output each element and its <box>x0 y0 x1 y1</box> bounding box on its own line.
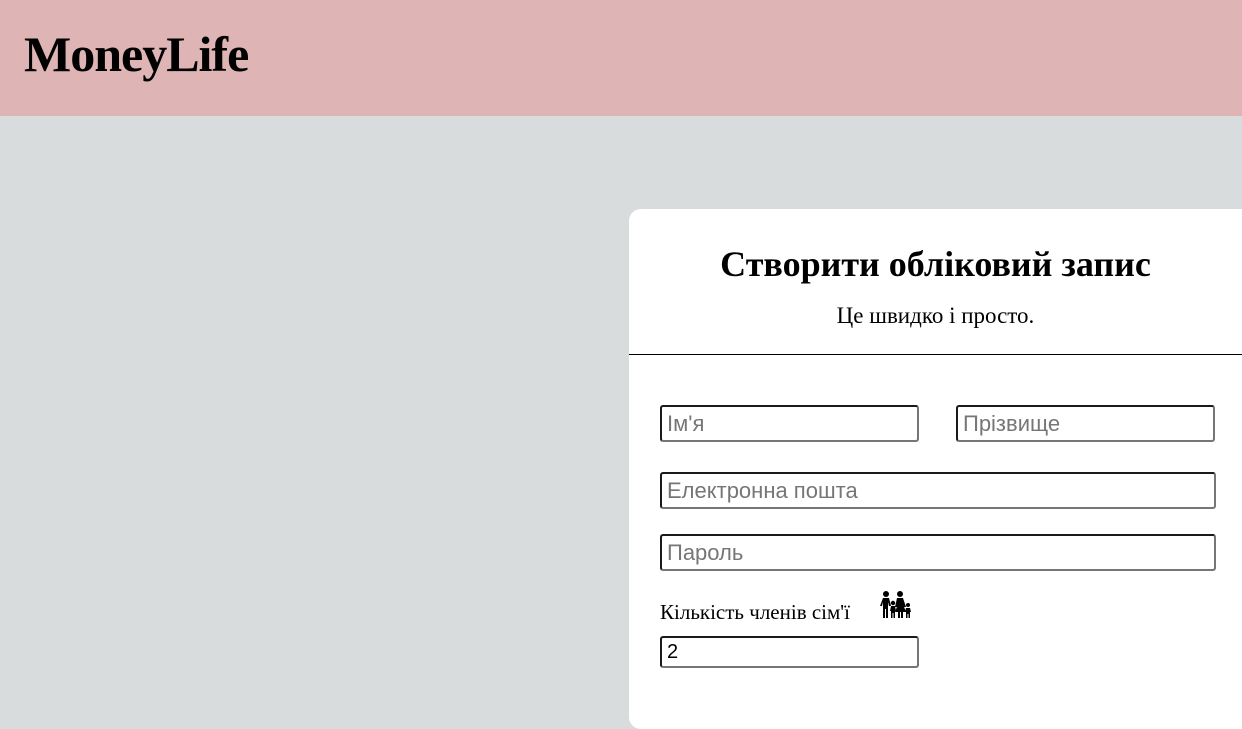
first-name-input[interactable] <box>660 405 919 442</box>
card-divider <box>629 354 1242 355</box>
family-count-input[interactable] <box>660 636 919 668</box>
signup-subtitle: Це швидко і просто. <box>836 303 1035 328</box>
app-logo[interactable]: MoneyLife <box>24 24 249 84</box>
family-count-label: Кількість членів сім'ї <box>660 600 850 624</box>
password-input[interactable] <box>660 534 1216 571</box>
header-bar: MoneyLife <box>0 0 1242 116</box>
last-name-input[interactable] <box>956 405 1215 442</box>
family-icon <box>880 591 911 618</box>
email-input[interactable] <box>660 472 1216 509</box>
signup-title: Створити обліковий запис <box>720 244 1151 284</box>
